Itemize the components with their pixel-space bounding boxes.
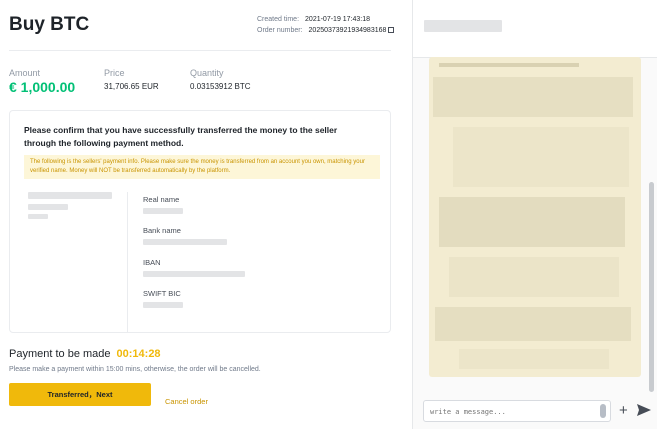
iban-label: IBAN [143, 258, 161, 267]
order-meta: Created time: 2021-07-19 17:43:18 Order n… [257, 14, 395, 36]
quantity-value: 0.03153912 BTC [190, 82, 251, 91]
chat-scrollbar[interactable] [649, 182, 654, 392]
attach-handle-icon[interactable] [600, 404, 606, 418]
seller-info-notice: The following is the sellers' payment in… [24, 155, 380, 179]
message-input-wrapper[interactable] [423, 400, 611, 422]
transferred-next-button[interactable]: Transferred，Next [9, 383, 151, 406]
page-title: Buy BTC [9, 14, 90, 35]
message-input[interactable] [424, 402, 610, 422]
plus-icon[interactable]: + [619, 403, 628, 418]
order-number-value: 20250373921934983168 [308, 27, 387, 34]
payment-due-heading: Payment to be made 00:14:28 [9, 348, 161, 360]
created-time-label: Created time: [257, 16, 300, 23]
payment-method-list[interactable] [24, 192, 128, 332]
chat-header [413, 0, 657, 58]
iban-value-blurred [143, 271, 245, 277]
payment-method-blurred [28, 204, 68, 210]
copy-icon[interactable] [388, 27, 395, 33]
payment-deadline-note: Please make a payment within 15:00 mins,… [9, 366, 261, 373]
order-panel: Buy BTC Created time: 2021-07-19 17:43:18… [0, 0, 400, 429]
cancel-order-link[interactable]: Cancel order [165, 397, 208, 406]
amount-value: € 1,000.00 [9, 79, 76, 95]
real-name-label: Real name [143, 195, 180, 204]
real-name-value-blurred [143, 208, 183, 214]
counterparty-name-blurred [424, 20, 502, 32]
blurred-messages [433, 63, 633, 369]
created-time-value: 2021-07-19 17:43:18 [305, 16, 371, 23]
payment-method-blurred[interactable] [28, 192, 112, 199]
send-icon[interactable] [637, 404, 651, 416]
payment-due-label: Payment to be made [9, 348, 111, 360]
payment-method-blurred [28, 214, 48, 219]
price-label: Price [104, 68, 125, 78]
chat-panel: + [412, 0, 657, 429]
swift-label: SWIFT BIC [143, 289, 181, 298]
bank-name-value-blurred [143, 239, 227, 245]
payment-instruction: Please confirm that you have successfull… [24, 125, 338, 148]
order-number-label: Order number: [257, 27, 303, 34]
chat-messages [429, 57, 641, 377]
countdown-timer: 00:14:28 [116, 348, 161, 360]
amount-label: Amount [9, 68, 41, 78]
price-value: 31,706.65 EUR [104, 82, 159, 91]
swift-value-blurred [143, 302, 183, 308]
quantity-label: Quantity [190, 68, 224, 78]
bank-name-label: Bank name [143, 226, 181, 235]
divider [9, 50, 391, 51]
payment-method-card: Please confirm that you have successfull… [9, 110, 391, 333]
